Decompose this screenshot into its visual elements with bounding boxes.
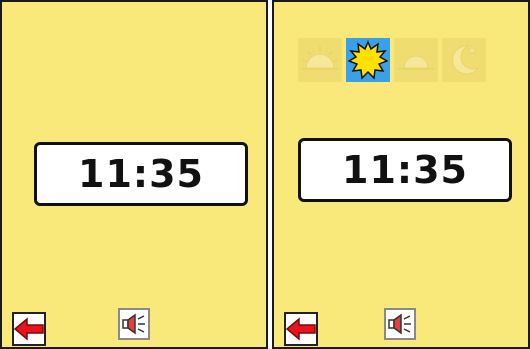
sunrise-icon	[300, 42, 340, 78]
back-arrow-icon	[14, 317, 44, 341]
time-text: 11:35	[342, 148, 468, 192]
day-period-selector	[298, 38, 486, 82]
back-button[interactable]	[284, 312, 318, 346]
speaker-icon	[387, 312, 413, 336]
time-display: 11:35	[34, 142, 248, 206]
speaker-icon	[121, 312, 147, 336]
right-panel: 11:35	[272, 0, 530, 349]
sun-option[interactable]	[346, 38, 390, 82]
time-text: 11:35	[78, 152, 204, 196]
sunset-icon	[396, 42, 436, 78]
moon-icon	[444, 40, 484, 80]
speaker-button[interactable]	[384, 308, 416, 340]
back-button[interactable]	[12, 312, 46, 346]
sunset-option[interactable]	[394, 38, 438, 82]
speaker-button[interactable]	[118, 308, 150, 340]
left-panel: 11:35	[0, 0, 268, 349]
night-option[interactable]	[442, 38, 486, 82]
time-display: 11:35	[298, 138, 512, 202]
sunrise-option[interactable]	[298, 38, 342, 82]
back-arrow-icon	[286, 317, 316, 341]
sun-icon	[348, 40, 388, 80]
